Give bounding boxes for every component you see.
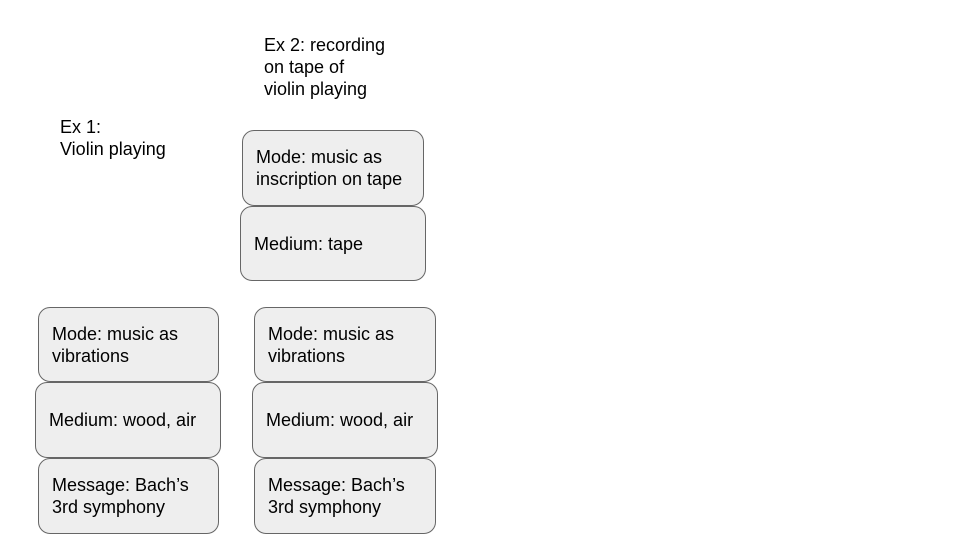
ex1-caption: Ex 1: Violin playing <box>60 117 166 159</box>
ex2-tape-medium-box: Medium: tape <box>240 206 426 281</box>
ex2-medium-box: Medium: wood, air <box>252 382 438 458</box>
ex1-medium-box: Medium: wood, air <box>35 382 221 458</box>
ex1-mode-box: Mode: music as vibrations <box>38 307 219 382</box>
ex2-message-box: Message: Bach’s 3rd symphony <box>254 458 436 534</box>
ex2-mode-box: Mode: music as vibrations <box>254 307 436 382</box>
ex2-caption: Ex 2: recording on tape of violin playin… <box>264 35 386 99</box>
ex2-tape-mode-box: Mode: music as inscription on tape <box>242 130 424 206</box>
ex1-message-box: Message: Bach’s 3rd symphony <box>38 458 219 534</box>
